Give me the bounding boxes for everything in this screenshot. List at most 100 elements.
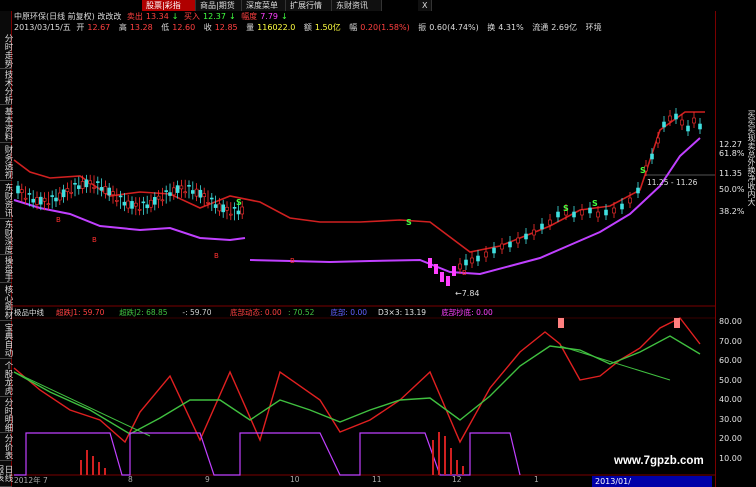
candle-body: [620, 203, 624, 210]
candle-body: [77, 185, 81, 189]
candle-body: [130, 201, 134, 209]
candle-body: [179, 185, 184, 190]
candle-body: [92, 187, 96, 189]
candle-body: [692, 117, 696, 124]
kline-chart[interactable]: [0, 0, 756, 487]
candle-body: [698, 123, 702, 130]
candle-body: [61, 189, 66, 198]
candle-body: [80, 181, 85, 189]
candle-body: [183, 191, 187, 194]
candle-body: [194, 188, 199, 197]
sell-mark: S: [592, 199, 598, 208]
candle-body: [103, 186, 108, 194]
candle-body: [492, 247, 496, 254]
indicator-line-j1: [13, 317, 701, 444]
candle-body: [656, 137, 660, 144]
indicator-axis-label: 80.00: [719, 317, 742, 326]
volume-bar: [98, 462, 100, 475]
indicator-axis-label: 20.00: [719, 434, 742, 443]
indicator-value-6: D3×3: 13.19: [378, 308, 426, 317]
buy-mark: B: [56, 216, 61, 224]
indicator-axis-label: 60.00: [719, 356, 742, 365]
indicator-axis-label: 10.00: [719, 453, 742, 463]
sell-mark: S: [236, 198, 242, 207]
price-axis-label: 11.35: [719, 169, 742, 178]
sell-mark: S: [640, 166, 646, 175]
time-axis-label: 10: [290, 475, 300, 484]
signal-flag: [674, 318, 680, 328]
candle-body: [145, 204, 149, 209]
candle-body: [596, 211, 600, 218]
candle-body: [440, 272, 444, 282]
candle-body: [446, 276, 450, 286]
current-date-box: 2013/01/: [592, 476, 712, 487]
candle-body: [628, 197, 632, 204]
indicator-value-1: 超跌J2: 68.85: [119, 308, 168, 317]
buy-mark: B: [290, 257, 295, 265]
volume-bar: [80, 460, 82, 475]
time-axis-label: 11: [372, 475, 382, 484]
price-axis-label: 38.2%: [719, 207, 745, 216]
candle-body: [23, 197, 28, 200]
price-axis-label: 12.27: [719, 140, 742, 149]
candle-body: [88, 180, 92, 185]
indicator-value-0: 超跌J1: 59.70: [56, 308, 105, 317]
candle-body: [464, 259, 468, 266]
candle-body: [516, 237, 520, 244]
candle-body: [16, 185, 20, 194]
candle-body: [548, 219, 552, 226]
candle-body: [650, 153, 654, 160]
candle-body: [636, 187, 640, 194]
price-axis-label: 50.0%: [719, 185, 745, 194]
candle-body: [122, 201, 127, 206]
time-axis-label: 12: [452, 475, 462, 484]
time-axis-label: 9: [205, 475, 210, 484]
candle-body: [484, 251, 488, 258]
volume-bar: [456, 460, 458, 475]
watermark: www.7gpzb.com: [614, 455, 704, 467]
indicator-axis-label: 50.00: [719, 375, 742, 385]
volume-bar: [444, 436, 446, 475]
candle-body: [508, 241, 512, 248]
candle-body: [57, 192, 62, 201]
signal-flag: [558, 318, 564, 328]
indicator-name[interactable]: 极品中线: [14, 308, 44, 318]
candle-body: [686, 125, 690, 132]
candle-body: [580, 209, 584, 216]
candle-body: [476, 255, 480, 262]
candle-body: [54, 197, 58, 202]
indicator-value-5: 底部: 0.00: [330, 308, 368, 317]
lower-band-line: [249, 137, 701, 276]
candle-body: [221, 204, 225, 213]
volume-bar: [450, 448, 452, 475]
indicator-axis-label: 30.00: [719, 414, 742, 424]
candle-body: [604, 209, 608, 216]
candle-body: [65, 188, 70, 192]
candle-body: [175, 185, 180, 193]
indicator-axis-label: 70.00: [719, 336, 742, 346]
candle-body: [96, 181, 100, 183]
volume-bar: [432, 440, 434, 475]
candle-body: [19, 189, 24, 193]
candle-body: [232, 207, 237, 209]
candle-body: [470, 257, 474, 264]
indicator-value-2: -: 59.70: [182, 308, 212, 317]
candle-body: [134, 202, 138, 207]
candle-body: [229, 213, 233, 216]
candle-body: [202, 193, 206, 197]
indicator-value-4: : 70.52: [288, 308, 315, 317]
candle-body: [662, 121, 666, 128]
candle-body: [210, 197, 214, 200]
candle-body: [428, 258, 432, 268]
indicator-value-7: 底部抄底: 0.00: [441, 308, 493, 317]
candle-body: [126, 200, 130, 209]
candle-body: [153, 197, 157, 205]
price-axis-label: 61.8%: [719, 149, 745, 158]
candle-body: [84, 179, 89, 188]
candle-body: [164, 190, 168, 192]
time-axis-label: 1: [534, 475, 539, 484]
candle-body: [217, 203, 222, 212]
indicator-line-j2: [13, 335, 701, 435]
candle-body: [137, 208, 142, 211]
volume-bar: [86, 450, 88, 475]
